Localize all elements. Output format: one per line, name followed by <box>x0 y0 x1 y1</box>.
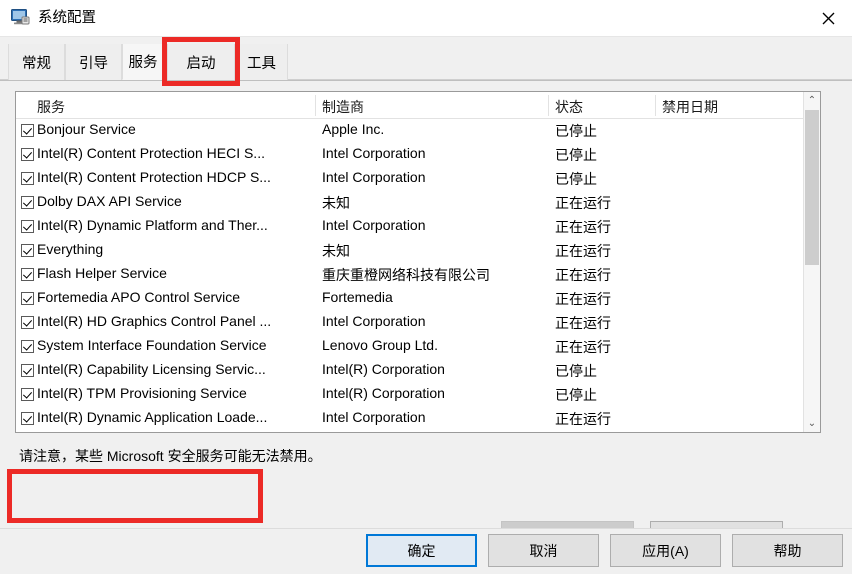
cell-service: Intel(R) Content Protection HDCP S... <box>37 169 271 185</box>
table-row[interactable]: Bonjour Service Apple Inc. 已停止 <box>16 119 820 143</box>
column-header-service[interactable]: 服务 <box>37 97 65 117</box>
cell-manufacturer: Apple Inc. <box>322 121 385 137</box>
cell-status: 已停止 <box>555 171 597 187</box>
cell-service: Everything <box>37 241 104 257</box>
window-title: 系统配置 <box>38 10 96 26</box>
cell-manufacturer: 重庆重橙网络科技有限公司 <box>322 267 490 283</box>
cell-manufacturer: Intel Corporation <box>322 313 426 329</box>
cell-manufacturer: 未知 <box>322 243 350 259</box>
table-row[interactable]: Fortemedia APO Control Service Fortemedi… <box>16 287 820 311</box>
cell-status: 正在运行 <box>555 219 611 235</box>
vertical-scrollbar[interactable]: ⌃ ⌄ <box>803 92 820 432</box>
cell-service: System Interface Foundation Service <box>37 337 267 353</box>
column-divider[interactable] <box>655 95 656 116</box>
column-header-disable-date[interactable]: 禁用日期 <box>662 97 718 117</box>
cell-status: 正在运行 <box>555 195 611 211</box>
row-checkbox[interactable] <box>21 148 34 161</box>
cell-status: 正在运行 <box>555 243 611 259</box>
cell-service: Intel(R) Content Protection HECI S... <box>37 145 265 161</box>
cancel-button[interactable]: 取消 <box>488 534 599 567</box>
cell-service: Fortemedia APO Control Service <box>37 289 241 305</box>
security-note: 请注意，某些 Microsoft 安全服务可能无法禁用。 <box>19 448 322 464</box>
table-row[interactable]: System Interface Foundation Service Leno… <box>16 335 820 359</box>
cell-status: 正在运行 <box>555 267 611 283</box>
table-row[interactable]: Intel(R) Dynamic Platform and Ther... In… <box>16 215 820 239</box>
row-checkbox[interactable] <box>21 292 34 305</box>
cell-status: 已停止 <box>555 387 597 403</box>
scroll-down-icon[interactable]: ⌄ <box>804 415 820 432</box>
row-checkbox[interactable] <box>21 316 34 329</box>
cell-manufacturer: Intel(R) Corporation <box>322 361 445 377</box>
cell-status: 正在运行 <box>555 339 611 355</box>
tab-startup[interactable]: 启动 <box>167 44 235 80</box>
cell-service: Bonjour Service <box>37 121 136 137</box>
cell-service: Intel(R) TPM Provisioning Service <box>37 385 247 401</box>
row-checkbox[interactable] <box>21 172 34 185</box>
table-row[interactable]: Intel(R) Dynamic Application Loade... In… <box>16 407 820 431</box>
cell-service: Dolby DAX API Service <box>37 193 182 209</box>
table-row[interactable]: Dolby DAX API Service 未知 正在运行 <box>16 191 820 215</box>
cell-status: 已停止 <box>555 123 597 139</box>
tab-boot[interactable]: 引导 <box>65 44 122 80</box>
row-checkbox[interactable] <box>21 124 34 137</box>
services-list[interactable]: 服务 制造商 状态 禁用日期 Bonjour Service Apple Inc… <box>15 91 821 433</box>
row-checkbox[interactable] <box>21 412 34 425</box>
dialog-footer: 确定 取消 应用(A) 帮助 <box>0 528 852 574</box>
system-config-icon <box>11 9 30 26</box>
column-divider[interactable] <box>315 95 316 116</box>
services-list-body: Bonjour Service Apple Inc. 已停止 Intel(R) … <box>16 119 820 432</box>
cell-manufacturer: Intel Corporation <box>322 217 426 233</box>
cell-service: Intel(R) Capability Licensing Servic... <box>37 361 266 377</box>
title-bar: 系统配置 <box>0 0 852 37</box>
tab-general[interactable]: 常规 <box>8 44 65 80</box>
row-checkbox[interactable] <box>21 364 34 377</box>
row-checkbox[interactable] <box>21 340 34 353</box>
row-checkbox[interactable] <box>21 268 34 281</box>
table-row[interactable]: Intel(R) TPM Provisioning Service Intel(… <box>16 383 820 407</box>
scrollbar-thumb[interactable] <box>805 110 819 265</box>
help-button[interactable]: 帮助 <box>732 534 843 567</box>
table-row[interactable]: Intel(R) Content Protection HECI S... In… <box>16 143 820 167</box>
tab-tools[interactable]: 工具 <box>235 44 288 80</box>
table-row[interactable]: Intel(R) Content Protection HDCP S... In… <box>16 167 820 191</box>
cell-status: 已停止 <box>555 147 597 163</box>
row-checkbox[interactable] <box>21 220 34 233</box>
cell-manufacturer: Intel Corporation <box>322 169 426 185</box>
scroll-up-icon[interactable]: ⌃ <box>804 92 820 109</box>
table-row[interactable]: Everything 未知 正在运行 <box>16 239 820 263</box>
tab-strip: 常规 引导 服务 启动 工具 <box>0 37 852 81</box>
cell-manufacturer: Intel Corporation <box>322 409 426 425</box>
cell-service: Intel(R) Dynamic Platform and Ther... <box>37 217 268 233</box>
column-header-manufacturer[interactable]: 制造商 <box>322 97 364 117</box>
table-row[interactable]: Intel(R) HD Graphics Control Panel ... I… <box>16 311 820 335</box>
column-divider[interactable] <box>548 95 549 116</box>
system-configuration-window: 系统配置 常规 引导 服务 启动 工具 服务 制造商 状态 禁用日期 Bonjo… <box>0 0 852 574</box>
cell-manufacturer: Fortemedia <box>322 289 393 305</box>
cell-manufacturer: Lenovo Group Ltd. <box>322 337 438 353</box>
row-checkbox[interactable] <box>21 244 34 257</box>
tab-services[interactable]: 服务 <box>122 44 164 80</box>
cell-service: Intel(R) HD Graphics Control Panel ... <box>37 313 272 329</box>
services-list-header: 服务 制造商 状态 禁用日期 <box>16 92 820 119</box>
cell-manufacturer: Intel(R) Corporation <box>322 385 445 401</box>
ok-button[interactable]: 确定 <box>366 534 477 567</box>
cell-manufacturer: 未知 <box>322 195 350 211</box>
cell-manufacturer: Intel Corporation <box>322 145 426 161</box>
row-checkbox[interactable] <box>21 196 34 209</box>
cell-status: 已停止 <box>555 363 597 379</box>
row-checkbox[interactable] <box>21 388 34 401</box>
cell-service: Intel(R) Dynamic Application Loade... <box>37 409 268 425</box>
apply-button[interactable]: 应用(A) <box>610 534 721 567</box>
cell-status: 正在运行 <box>555 411 611 427</box>
services-tab-panel: 服务 制造商 状态 禁用日期 Bonjour Service Apple Inc… <box>0 80 852 574</box>
cell-service: Flash Helper Service <box>37 265 167 281</box>
cell-status: 正在运行 <box>555 291 611 307</box>
close-button[interactable] <box>805 0 852 36</box>
table-row[interactable]: Intel(R) Capability Licensing Servic... … <box>16 359 820 383</box>
column-header-status[interactable]: 状态 <box>555 97 583 117</box>
cell-status: 正在运行 <box>555 315 611 331</box>
table-row[interactable]: Flash Helper Service 重庆重橙网络科技有限公司 正在运行 <box>16 263 820 287</box>
